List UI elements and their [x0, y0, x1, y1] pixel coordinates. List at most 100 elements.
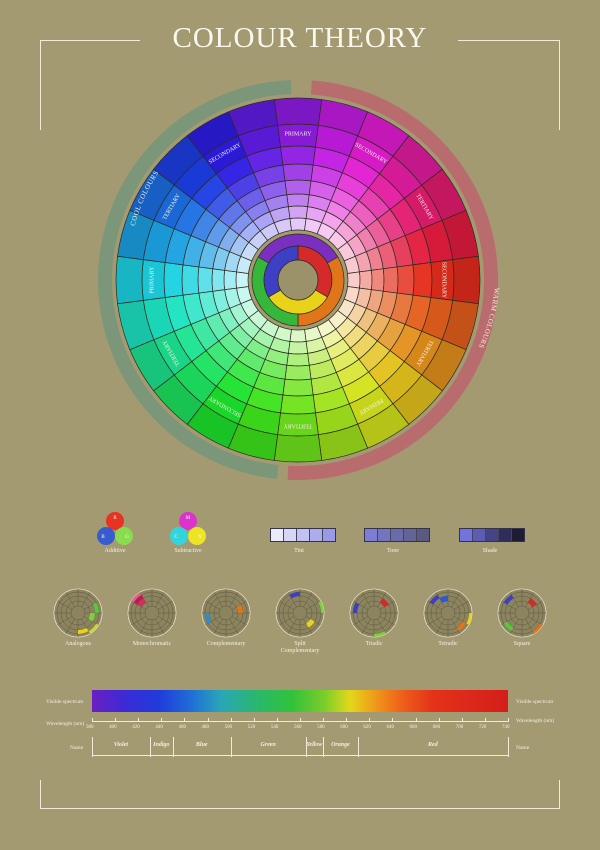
wheel-cell — [412, 262, 433, 298]
model-letter: Y — [198, 535, 202, 540]
frame-right-bottom — [559, 780, 560, 809]
spectrum-tick-label: 540 — [270, 725, 279, 730]
additive-circles: RB G — [97, 512, 133, 545]
spectrum-tick-label: 680 — [432, 725, 441, 730]
harmony-wheel — [201, 588, 251, 638]
model-circle — [188, 527, 206, 545]
wheel-cell — [280, 145, 316, 166]
wavelength-label-left: Wavelength (nm) — [46, 721, 85, 727]
wheel-ring-label: SECONDARY — [441, 262, 447, 299]
wheel-cell — [359, 269, 373, 291]
spectrum-tick — [230, 718, 232, 722]
wheel-cell — [347, 271, 361, 289]
frame-left-bottom — [40, 780, 41, 809]
spectrum-tick-label: 500 — [224, 725, 233, 730]
scale-swatch — [486, 529, 499, 541]
wheel-cell — [370, 268, 385, 292]
scale-swatch — [404, 529, 417, 541]
colour-wheel-svg: PRIMARYSECONDARYTERTIARYSECONDARYTERTIAR… — [97, 80, 500, 481]
band-name: Yellow — [306, 742, 323, 748]
wheel-cell — [287, 205, 309, 219]
spectrum-tick — [392, 718, 394, 722]
wheel-cell — [289, 329, 307, 343]
band-separator — [508, 737, 509, 757]
wheel-cell — [273, 97, 323, 126]
wheel-cell — [452, 255, 481, 305]
spectrum-tick-label: 460 — [178, 725, 186, 730]
model-circle — [106, 512, 124, 530]
wheel-cell — [284, 364, 312, 381]
scale-swatch — [473, 529, 486, 541]
model-circle — [97, 527, 115, 545]
model-circle — [170, 527, 188, 545]
wheel-cell — [280, 394, 316, 415]
spectrum-tick-label: 420 — [132, 725, 140, 730]
wheel-ring-label: TERTIARY — [283, 423, 313, 429]
wheel-cell — [284, 179, 312, 196]
spectrum-tick — [138, 718, 140, 722]
harmony-wheel — [423, 588, 473, 638]
tint-scale — [270, 528, 336, 542]
scale-swatch — [365, 529, 378, 541]
wheel-ring-label: PRIMARY — [284, 131, 312, 137]
scale-swatch — [310, 529, 323, 541]
wheel-cell — [235, 271, 249, 289]
wheel-cell — [287, 341, 309, 355]
wheel-cell — [115, 255, 144, 305]
spectrum-tick — [346, 718, 348, 722]
model-circle — [115, 527, 133, 545]
spectrum-tick — [207, 718, 209, 722]
tone-scale — [364, 528, 430, 542]
band-name: Orange — [331, 742, 350, 748]
wheel-cell — [286, 193, 310, 208]
scale-swatch — [460, 529, 473, 541]
name-label-right: Name — [516, 745, 530, 751]
spectrum-tick-label: 720 — [478, 725, 487, 730]
wheel-cell — [181, 264, 200, 296]
spectrum-tick — [115, 718, 117, 722]
model-circle — [179, 512, 197, 530]
wheel-cell — [396, 264, 415, 296]
spectrum-tick-label: 520 — [247, 725, 256, 730]
wheel-cell — [382, 266, 399, 294]
spectrum-label-right: Visible spectrum — [516, 699, 554, 705]
spectrum-tick — [92, 718, 93, 722]
spectrum-tick-label: 380 — [86, 725, 94, 730]
wheel-cell — [282, 378, 314, 397]
tone-label: Tone — [387, 548, 399, 554]
tint-label: Tint — [294, 548, 304, 554]
spectrum-tick — [184, 718, 186, 722]
subtractive-label: Subtractive — [174, 548, 202, 554]
spectrum-tick — [438, 718, 440, 722]
wheel-cell — [211, 268, 226, 292]
scale-swatch — [271, 529, 284, 541]
spectrum-bar — [92, 690, 508, 712]
colour-wheel: PRIMARY SECONDARY TERTIARY SECONDARY TERTIAR… — [0, 0, 600, 500]
spectrum-tick — [323, 718, 325, 722]
spectrum-tick — [508, 718, 509, 722]
spectrum-tick-label: 740 — [502, 725, 510, 730]
spectrum-tick — [484, 718, 486, 722]
spectrum-tick — [161, 718, 163, 722]
shade-scale — [459, 528, 525, 542]
scale-swatch — [391, 529, 404, 541]
band-name: Indigo — [153, 742, 170, 748]
spectrum-tick-label: 600 — [340, 725, 348, 730]
spectrum-tick — [369, 718, 371, 722]
scale-swatch — [297, 529, 310, 541]
scale-swatch — [499, 529, 512, 541]
harmony-wheel — [349, 588, 399, 638]
spectrum-tick-label: 440 — [155, 725, 163, 730]
band-name: Violet — [113, 742, 129, 748]
harmony-wheel — [127, 588, 177, 638]
spectrum-tick — [276, 718, 278, 722]
scale-swatch — [284, 529, 297, 541]
scale-swatch — [512, 529, 524, 541]
scale-swatch — [417, 529, 429, 541]
spectrum-tick-label: 620 — [363, 725, 371, 730]
spectrum-tick-label: 400 — [109, 725, 117, 730]
name-label-left: Name — [70, 745, 84, 751]
spectrum-tick-label: 700 — [455, 725, 464, 730]
wheel-cell — [282, 163, 314, 182]
scale-swatch — [378, 529, 391, 541]
